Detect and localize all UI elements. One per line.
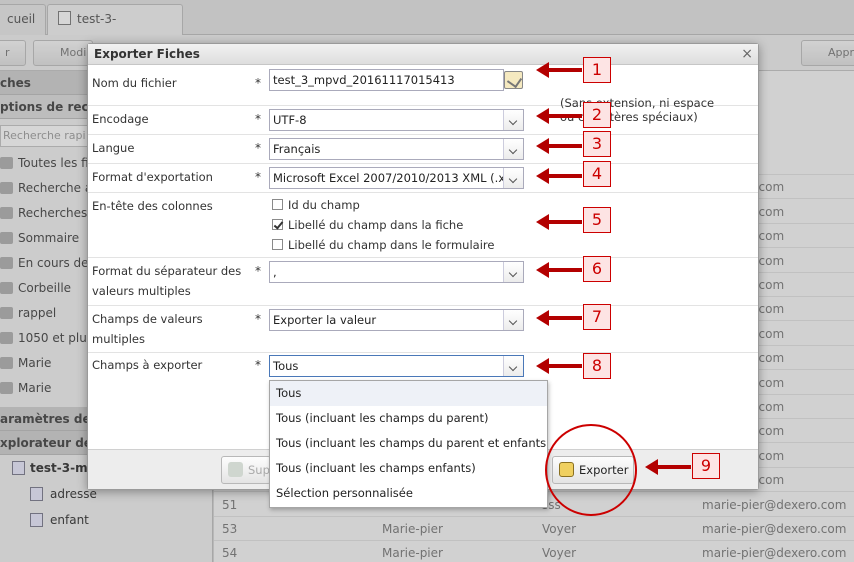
required-mark: * — [255, 358, 261, 372]
callout-arrow — [536, 214, 582, 230]
label-line: multiples — [92, 332, 145, 346]
callout-arrow — [536, 62, 582, 78]
filename-input[interactable]: test_3_mpvd_20161117015413 — [269, 69, 504, 91]
headers-row: En-tête des colonnes Id du champ Libellé… — [88, 193, 758, 258]
checkbox-field-id[interactable]: Id du champ — [272, 195, 360, 215]
callout-3: 3 — [583, 131, 611, 157]
dropdown-option[interactable]: Tous (incluant les champs du parent et e… — [270, 431, 547, 456]
separator-label: Format du séparateur des valeurs multiple… — [92, 261, 242, 301]
label-line: valeurs multiples — [92, 284, 191, 298]
callout-arrow — [536, 358, 582, 374]
edit-icon[interactable] — [504, 71, 523, 89]
separator-value: , — [273, 265, 277, 279]
chevron-down-icon[interactable] — [503, 168, 523, 188]
fields-value: Tous — [273, 359, 299, 373]
callout-arrow — [536, 108, 582, 124]
required-mark: * — [255, 264, 261, 278]
fields-row: Champs à exporter * Tous — [88, 353, 758, 381]
encoding-select[interactable]: UTF-8 — [269, 109, 524, 131]
encoding-value: UTF-8 — [273, 113, 307, 127]
format-row: Format d'exportation * Microsoft Excel 2… — [88, 164, 758, 193]
fields-label: Champs à exporter — [92, 358, 203, 372]
checkbox[interactable] — [272, 239, 283, 250]
headers-label: En-tête des colonnes — [92, 199, 213, 213]
encoding-label: Encodage — [92, 112, 149, 126]
callout-5: 5 — [583, 207, 611, 233]
format-label: Format d'exportation — [92, 170, 213, 184]
required-mark: * — [255, 112, 261, 126]
label-line: Format du séparateur des — [92, 264, 242, 278]
filename-label: Nom du fichier — [92, 76, 177, 90]
separator-row: Format du séparateur des valeurs multiple… — [88, 258, 758, 306]
checkbox-field-label-form[interactable]: Libellé du champ dans le formulaire — [272, 235, 494, 255]
callout-arrow — [536, 168, 582, 184]
language-row: Langue * Français — [88, 135, 758, 164]
checkbox[interactable] — [272, 199, 283, 210]
callout-8: 8 — [583, 353, 611, 379]
callout-arrow — [536, 262, 582, 278]
format-value: Microsoft Excel 2007/2010/2013 XML (.x — [273, 171, 506, 185]
fields-select[interactable]: Tous — [269, 355, 524, 377]
required-mark: * — [255, 141, 261, 155]
dropdown-option[interactable]: Tous (incluant les champs du parent) — [270, 406, 547, 431]
callout-2: 2 — [583, 102, 611, 128]
checkbox[interactable] — [272, 219, 283, 230]
required-mark: * — [255, 76, 261, 90]
chevron-down-icon[interactable] — [503, 139, 523, 159]
dialog-title: Exporter Fiches — [88, 44, 758, 65]
dropdown-option[interactable]: Sélection personnalisée — [270, 481, 547, 506]
callout-arrow — [536, 310, 582, 326]
filename-row: Nom du fichier * test_3_mpvd_20161117015… — [88, 66, 758, 124]
chevron-down-icon[interactable] — [503, 262, 523, 282]
close-icon[interactable]: × — [741, 46, 753, 62]
required-mark: * — [255, 312, 261, 326]
multi-values-value: Exporter la valeur — [273, 313, 377, 327]
checkbox-label: Id du champ — [288, 198, 360, 212]
button-label: Sup — [248, 463, 270, 477]
checkbox-field-label-record[interactable]: Libellé du champ dans la fiche — [272, 215, 463, 235]
language-value: Français — [273, 142, 321, 156]
language-select[interactable]: Français — [269, 138, 524, 160]
trash-icon — [228, 462, 243, 477]
chevron-down-icon[interactable] — [503, 310, 523, 330]
required-mark: * — [255, 170, 261, 184]
multi-values-label: Champs de valeurs multiples — [92, 309, 242, 349]
callout-6: 6 — [583, 256, 611, 282]
callout-arrow — [536, 138, 582, 154]
encoding-row: Encodage * UTF-8 — [88, 106, 758, 135]
callout-7: 7 — [583, 304, 611, 330]
chevron-down-icon[interactable] — [503, 356, 523, 376]
checkbox-label: Libellé du champ dans le formulaire — [288, 238, 495, 252]
chevron-down-icon[interactable] — [503, 110, 523, 130]
fields-dropdown-list: Tous Tous (incluant les champs du parent… — [269, 380, 548, 508]
callout-9: 9 — [692, 453, 720, 479]
separator-select[interactable]: , — [269, 261, 524, 283]
multi-values-row: Champs de valeurs multiples * Exporter la… — [88, 306, 758, 353]
language-label: Langue — [92, 141, 135, 155]
label-line: Champs de valeurs — [92, 312, 203, 326]
checkbox-label: Libellé du champ dans la fiche — [288, 218, 464, 232]
callout-arrow — [645, 459, 691, 475]
multi-values-select[interactable]: Exporter la valeur — [269, 309, 524, 331]
export-highlight-circle — [545, 424, 637, 516]
dropdown-option[interactable]: Tous — [270, 381, 547, 406]
dropdown-option[interactable]: Tous (incluant les champs enfants) — [270, 456, 547, 481]
delete-button[interactable]: Sup — [221, 456, 271, 484]
format-select[interactable]: Microsoft Excel 2007/2010/2013 XML (.x — [269, 167, 524, 189]
callout-1: 1 — [583, 57, 611, 83]
callout-4: 4 — [583, 161, 611, 187]
